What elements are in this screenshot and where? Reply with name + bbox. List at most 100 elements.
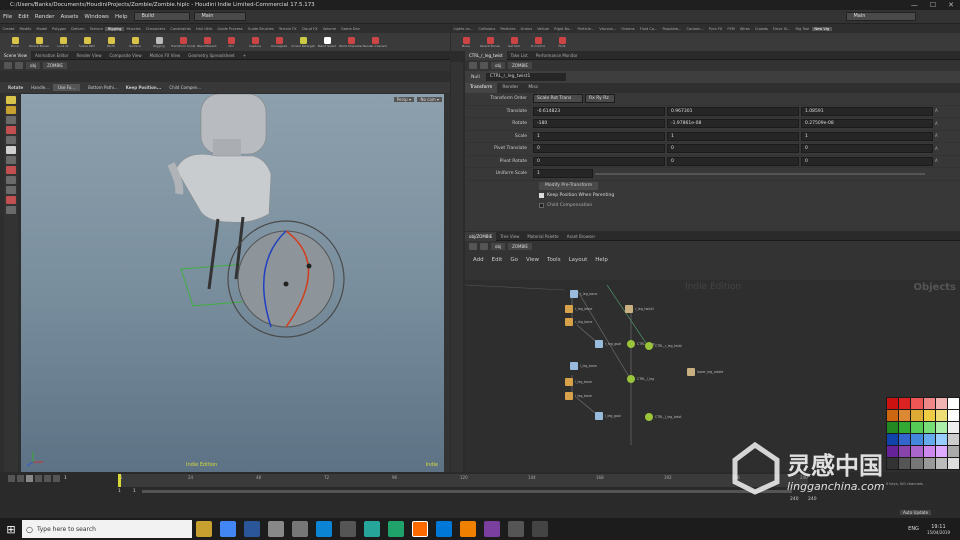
shelf-tool-button[interactable]: Transform Constraint: [171, 33, 195, 51]
shelf-tool-button[interactable]: Ctrl: [219, 33, 243, 51]
shelf-tab[interactable]: Characters: [143, 27, 168, 31]
vlc-icon[interactable]: [460, 521, 476, 537]
shelf-tab[interactable]: Volume: [320, 27, 338, 31]
chrome-icon[interactable]: [220, 521, 236, 537]
network-node-ctrl[interactable]: [645, 342, 653, 350]
shelf-tool-button[interactable]: Build Character: [339, 33, 363, 51]
network-node-bone[interactable]: [595, 412, 603, 420]
keep-position-option[interactable]: Keep Position...: [126, 85, 162, 90]
net-menu-view[interactable]: View: [526, 257, 539, 263]
shelf-tab[interactable]: Particle...: [575, 27, 597, 31]
net-menu-add[interactable]: Add: [473, 257, 484, 263]
app-icon[interactable]: [340, 521, 356, 537]
tab-take-list[interactable]: Take List: [507, 51, 532, 60]
shelf-tab[interactable]: FEM: [725, 27, 737, 31]
path-obj[interactable]: obj: [26, 62, 41, 69]
visual-studio-icon[interactable]: [484, 521, 500, 537]
color-swatch[interactable]: [887, 434, 899, 445]
pivot-translate-x-field[interactable]: 0: [533, 144, 665, 154]
pivot-rotate-x-field[interactable]: 0: [533, 156, 665, 166]
tab-scene-view[interactable]: Scene View: [0, 50, 31, 60]
app-icon[interactable]: [436, 521, 452, 537]
shelf-tool-button[interactable]: Blend/Parent: [195, 33, 219, 51]
menu-help[interactable]: Help: [112, 14, 131, 20]
app-icon[interactable]: [316, 521, 332, 537]
scale-z-field[interactable]: 1: [801, 131, 933, 141]
network-node-null[interactable]: [625, 305, 633, 313]
word-icon[interactable]: [244, 521, 260, 537]
color-swatch[interactable]: [899, 422, 911, 433]
snap-tool-icon[interactable]: [6, 186, 16, 194]
app-icon[interactable]: [268, 521, 284, 537]
magnet-tool-icon[interactable]: [6, 196, 16, 204]
scale-tool-icon[interactable]: [6, 126, 16, 134]
back-arrow-icon[interactable]: [4, 62, 12, 69]
shelf-tool-button[interactable]: Parent Bones: [478, 33, 502, 51]
network-node-bone[interactable]: [595, 340, 603, 348]
color-swatch[interactable]: [887, 446, 899, 457]
shelf-tab[interactable]: Terrain FX: [276, 27, 299, 31]
network-node-ctrl[interactable]: [627, 375, 635, 383]
net-menu-edit[interactable]: Edit: [492, 257, 503, 263]
playhead[interactable]: [118, 474, 121, 487]
tab-param-node[interactable]: CTRL_r_leg_twist: [465, 50, 507, 60]
desktop-build-dropdown[interactable]: Build: [134, 12, 191, 21]
path-obj[interactable]: obj: [491, 62, 506, 69]
channel-icon[interactable]: A: [935, 108, 943, 114]
shelf-tool-button[interactable]: Surface: [123, 33, 147, 51]
network-node-bone[interactable]: [570, 362, 578, 370]
language-indicator[interactable]: ENG: [908, 526, 919, 532]
color-swatch[interactable]: [887, 410, 899, 421]
color-swatch[interactable]: [911, 398, 923, 409]
shelf-tab[interactable]: Pyro FX: [706, 27, 725, 31]
color-swatch[interactable]: [911, 410, 923, 421]
tab-tree-view[interactable]: Tree View: [496, 232, 523, 241]
desktop-main-dropdown[interactable]: Main: [194, 12, 247, 21]
network-node-joint[interactable]: [565, 305, 573, 313]
tab-render[interactable]: Render: [497, 83, 523, 93]
tab-motion-fx-view[interactable]: Motion FX View: [146, 51, 185, 60]
channel-icon[interactable]: A: [935, 133, 943, 139]
scale-x-field[interactable]: 1: [533, 131, 665, 141]
menu-render[interactable]: Render: [32, 14, 58, 20]
net-menu-tools[interactable]: Tools: [547, 257, 561, 263]
color-swatch[interactable]: [935, 446, 947, 457]
path-zombie[interactable]: ZOMBIE: [43, 62, 67, 69]
shelf-tab[interactable]: Texture: [87, 27, 105, 31]
color-swatch[interactable]: [947, 458, 959, 469]
translate-x-field[interactable]: -0.614823: [533, 106, 665, 116]
tab-network-view[interactable]: obj/ZOMBIE: [465, 231, 497, 241]
shelf-tab-new-vig[interactable]: New Vig: [811, 26, 832, 31]
shelf-tool-button[interactable]: Rigging: [147, 33, 171, 51]
range-start-field[interactable]: 1: [118, 489, 121, 494]
color-swatch[interactable]: [899, 410, 911, 421]
path-zombie[interactable]: ZOMBIE: [508, 243, 532, 250]
uniform-scale-slider[interactable]: [595, 172, 925, 175]
pose-tool-icon[interactable]: [6, 146, 16, 154]
shelf-tool-button[interactable]: Render Character: [363, 33, 387, 51]
shelf-tool-button[interactable]: IK Control: [526, 33, 550, 51]
transform-order-dropdown[interactable]: Scale Rot Trans: [533, 94, 583, 104]
network-node-bone[interactable]: [570, 290, 578, 298]
shelf-tab[interactable]: Vellum: [535, 27, 552, 31]
color-swatch[interactable]: [947, 410, 959, 421]
select-tool-icon[interactable]: [6, 96, 16, 104]
shelf-tab[interactable]: Particles: [498, 27, 518, 31]
shelf-tool-button[interactable]: Capture: [243, 33, 267, 51]
clock[interactable]: 19:11 15/04/2019: [927, 524, 950, 535]
modify-pretransform-dropdown[interactable]: Modify Pre-Transform: [539, 181, 599, 190]
color-swatch[interactable]: [911, 446, 923, 457]
color-swatch[interactable]: [947, 434, 959, 445]
handle-tool-icon[interactable]: [6, 136, 16, 144]
pivot-rotate-z-field[interactable]: 0: [801, 156, 933, 166]
persp-dropdown[interactable]: Persp ▾: [393, 97, 414, 102]
tab-performance-monitor[interactable]: Performance Monitor: [532, 51, 582, 60]
shelf-tab[interactable]: Model: [34, 27, 50, 31]
menu-file[interactable]: File: [0, 14, 15, 20]
close-button[interactable]: ✕: [948, 0, 954, 10]
color-swatch[interactable]: [911, 458, 923, 469]
color-swatch[interactable]: [899, 446, 911, 457]
tab-material-palette[interactable]: Material Palette: [523, 232, 562, 241]
channel-icon[interactable]: A: [935, 146, 943, 152]
color-swatch[interactable]: [887, 458, 899, 469]
